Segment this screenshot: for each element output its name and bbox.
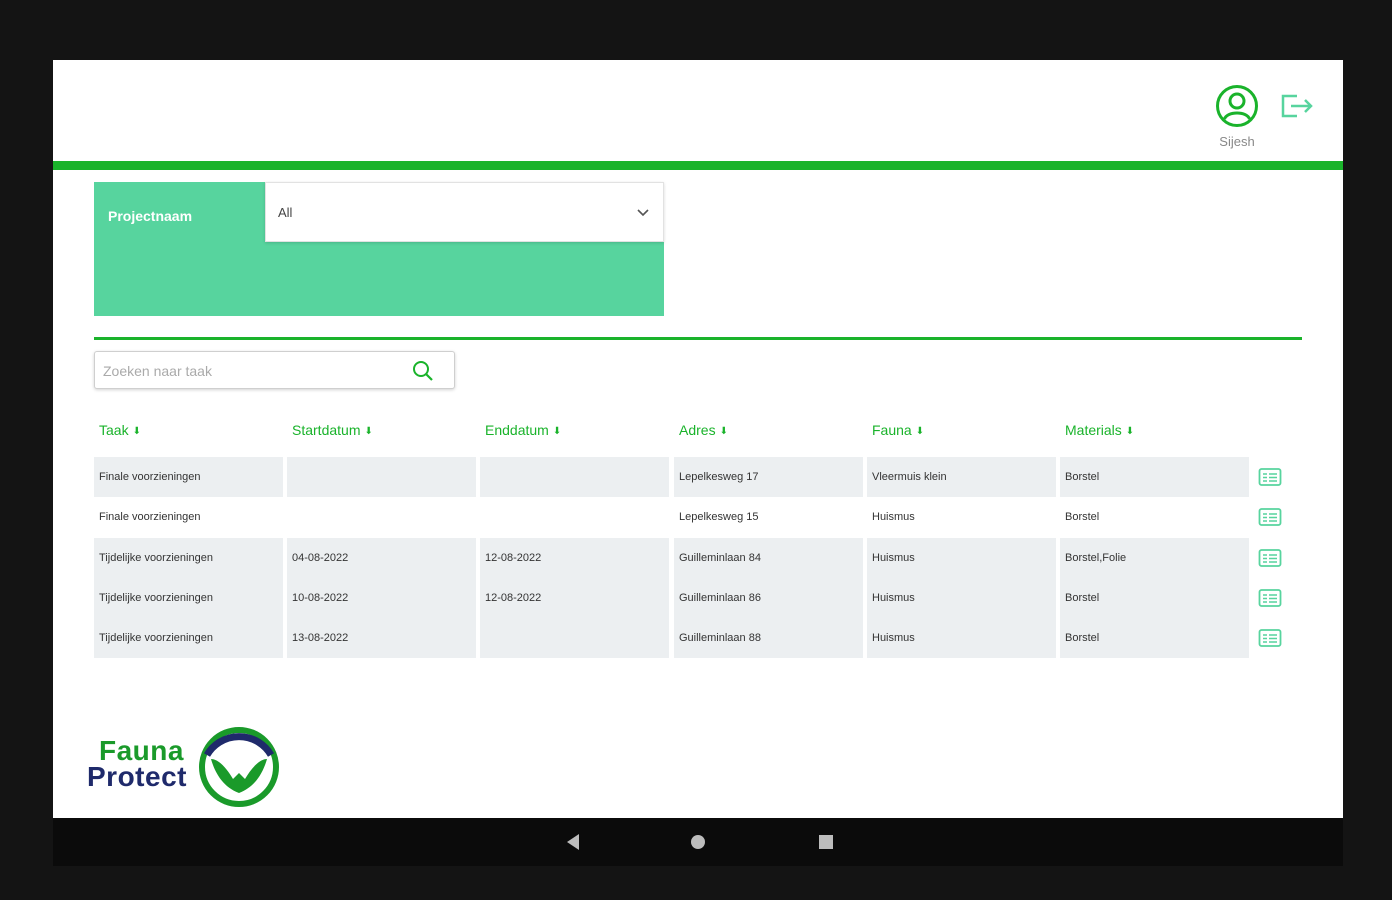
details-card-icon[interactable] [1258, 467, 1282, 487]
details-card-icon[interactable] [1258, 548, 1282, 568]
sort-arrow-icon: ⬇ [132, 426, 141, 437]
header-divider [53, 161, 1343, 170]
project-select[interactable]: All [265, 182, 664, 242]
cell-materials: Borstel [1060, 457, 1249, 497]
bat-emblem-icon [199, 727, 279, 807]
sort-arrow-icon: ⬇ [552, 426, 562, 437]
details-card-icon[interactable] [1258, 588, 1282, 608]
cell-taak: Tijdelijke voorzieningen [94, 537, 283, 578]
project-filter-label: Projectnaam [108, 208, 193, 224]
table-row[interactable]: Tijdelijke voorzieningen 13-08-2022 Guille… [94, 618, 1289, 659]
column-header-fauna[interactable]: Fauna ⬇ [872, 422, 924, 438]
project-filter-panel: Projectnaam All [94, 182, 664, 316]
table-row[interactable]: Finale voorzieningen Lepelkesweg 17 Vleerm… [94, 457, 1289, 497]
column-header-label: Adres [679, 422, 716, 438]
chevron-down-icon [637, 209, 649, 217]
column-header-enddatum[interactable]: Enddatum ⬇ [485, 422, 561, 438]
cell-fauna: Huismus [867, 537, 1056, 578]
column-header-label: Startdatum [292, 422, 361, 438]
table-row[interactable]: Finale voorzieningen Lepelkesweg 15 Huismu… [94, 497, 1289, 537]
cell-materials: Borstel [1060, 577, 1249, 618]
cell-adres: Lepelkesweg 15 [679, 511, 759, 524]
fauna-protect-logo: Fauna Protect [87, 725, 287, 810]
search-input[interactable] [101, 352, 405, 390]
cell-taak: Finale voorzieningen [94, 457, 283, 497]
table-row[interactable]: Tijdelijke voorzieningen 04-08-2022 12-08-… [94, 537, 1289, 578]
column-header-adres[interactable]: Adres ⬇ [679, 422, 728, 438]
nav-home-button[interactable] [683, 818, 713, 866]
search-icon[interactable] [411, 359, 435, 383]
logo-text-protect: Protect [87, 761, 187, 792]
cell-materials: Borstel,Folie [1060, 537, 1249, 578]
user-circle-icon[interactable] [1215, 84, 1259, 128]
sort-arrow-icon: ⬇ [1125, 426, 1135, 437]
project-select-value: All [278, 205, 293, 220]
column-header-label: Enddatum [485, 422, 549, 438]
user-name: Sijesh [1219, 134, 1255, 149]
cell-taak: Tijdelijke voorzieningen [94, 618, 283, 659]
cell-enddatum [480, 497, 669, 537]
cell-adres: Guilleminlaan 86 [674, 577, 863, 618]
column-header-materials[interactable]: Materials ⬇ [1065, 422, 1134, 438]
cell-startdatum: 04-08-2022 [287, 537, 476, 578]
cell-startdatum [287, 457, 476, 497]
cell-materials: Borstel [1065, 511, 1100, 524]
cell-adres: Guilleminlaan 84 [674, 537, 863, 578]
cell-enddatum [480, 618, 669, 659]
task-search [94, 351, 455, 390]
cell-taak: Finale voorzieningen [99, 511, 201, 524]
cell-taak: Tijdelijke voorzieningen [94, 577, 283, 618]
nav-recents-button[interactable] [811, 818, 841, 866]
app-header: Sijesh [53, 60, 1343, 161]
sort-arrow-icon: ⬇ [915, 426, 925, 437]
cell-fauna: Huismus [872, 511, 915, 524]
sort-arrow-icon: ⬇ [719, 426, 728, 437]
details-card-icon[interactable] [1258, 507, 1282, 527]
home-circle-icon [691, 835, 705, 849]
table-row[interactable]: Tijdelijke voorzieningen 10-08-2022 12-08-… [94, 577, 1289, 618]
cell-fauna: Huismus [867, 577, 1056, 618]
logout-icon[interactable] [1279, 90, 1315, 122]
android-navigation-bar [53, 818, 1343, 866]
cell-materials: Borstel [1060, 618, 1249, 659]
cell-fauna: Huismus [867, 618, 1056, 659]
cell-adres: Guilleminlaan 88 [674, 618, 863, 659]
column-header-label: Taak [99, 422, 129, 438]
column-header-startdatum[interactable]: Startdatum ⬇ [292, 422, 373, 438]
cell-enddatum: 12-08-2022 [480, 537, 669, 578]
cell-startdatum: 13-08-2022 [287, 618, 476, 659]
details-card-icon[interactable] [1258, 628, 1282, 648]
cell-enddatum: 12-08-2022 [480, 577, 669, 618]
section-divider [94, 337, 1302, 340]
app-screen: Sijesh Projectnaam All Taak⬇Startdatum⬇E… [53, 60, 1343, 818]
nav-back-button[interactable] [553, 818, 593, 866]
column-header-taak[interactable]: Taak ⬇ [99, 422, 141, 438]
recents-square-icon [819, 835, 833, 849]
cell-startdatum: 10-08-2022 [287, 577, 476, 618]
column-header-label: Fauna [872, 422, 912, 438]
sort-arrow-icon: ⬇ [364, 426, 373, 437]
cell-fauna: Vleermuis klein [867, 457, 1056, 497]
cell-enddatum [480, 457, 669, 497]
back-triangle-icon [567, 834, 579, 850]
column-header-label: Materials [1065, 422, 1122, 438]
cell-adres: Lepelkesweg 17 [674, 457, 863, 497]
cell-startdatum [287, 497, 476, 537]
